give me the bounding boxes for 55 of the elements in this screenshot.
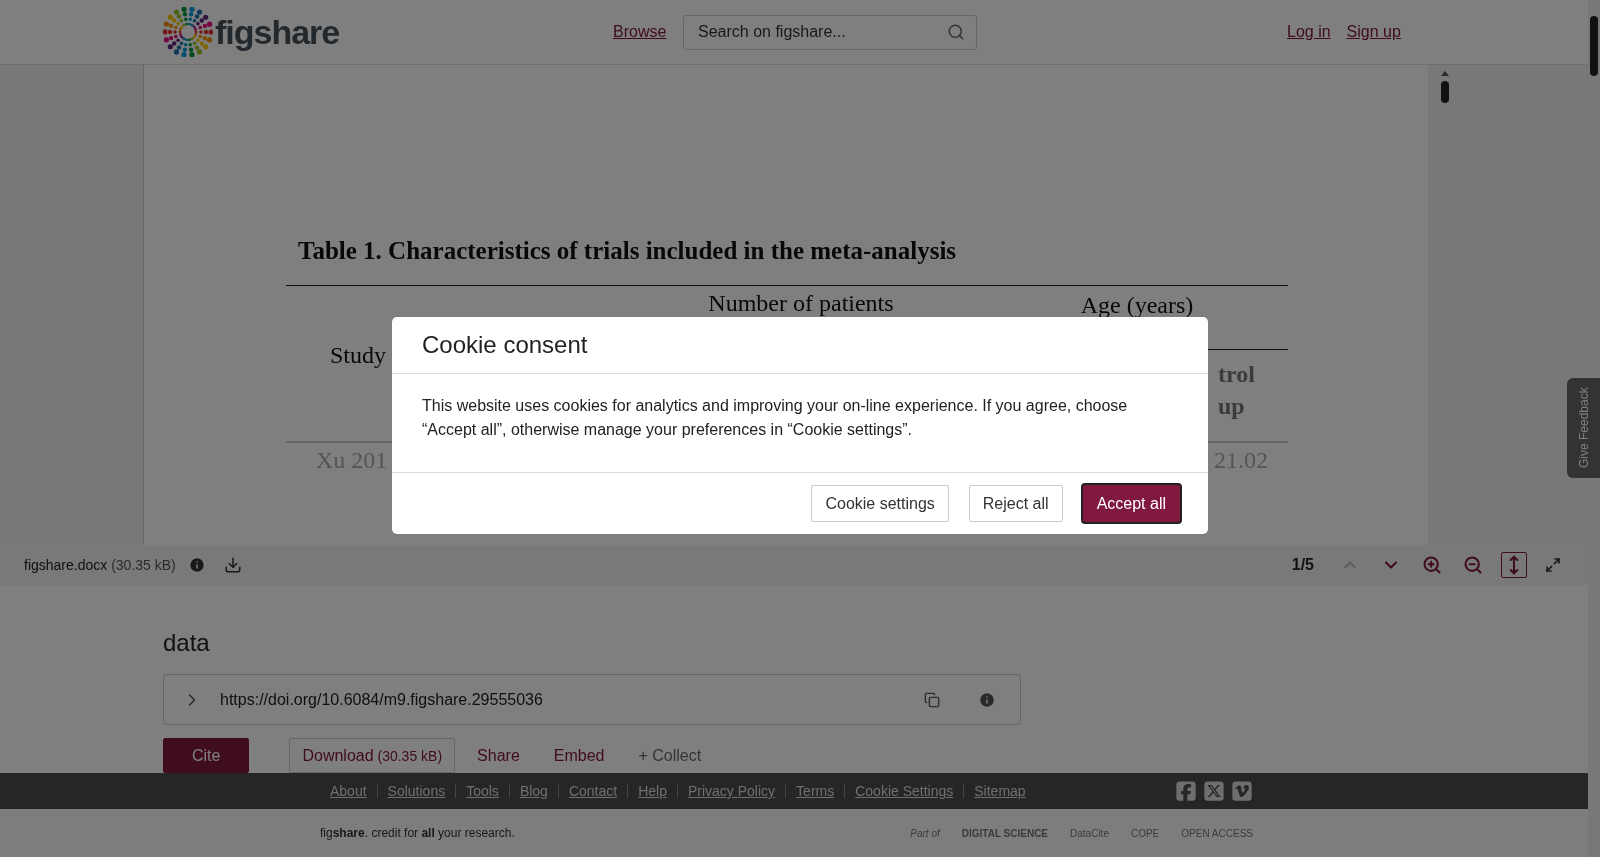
- partner-logo-text[interactable]: OPEN ACCESS: [1181, 827, 1253, 839]
- info-icon[interactable]: [978, 690, 996, 709]
- table-header: Number of patients: [708, 290, 894, 317]
- feedback-tab[interactable]: Give Feedback: [1567, 378, 1600, 478]
- footer-link[interactable]: Help: [627, 784, 677, 798]
- info-icon[interactable]: [187, 556, 206, 574]
- partner-logo-text[interactable]: DataCite: [1070, 827, 1109, 839]
- footer-link[interactable]: Cookie Settings: [844, 784, 964, 798]
- table-header: trol: [1218, 360, 1255, 389]
- dialog-button[interactable]: Cookie settings: [811, 485, 949, 522]
- dialog-message: This website uses cookies for analytics and improving your on-line experience. If you agree, choose “Accept all”, otherwise manage your preferences in “Cookie settings”.: [392, 374, 1208, 473]
- table-title: Table 1. Characteristics of trials included in the meta-analysis: [298, 237, 958, 266]
- footer-link[interactable]: Sitemap: [963, 784, 1036, 798]
- footer-link[interactable]: Terms: [785, 784, 845, 798]
- table-header: up: [1218, 392, 1246, 421]
- partner-logo-text[interactable]: Part of: [910, 827, 940, 839]
- search-icon[interactable]: [947, 22, 965, 41]
- browse-link[interactable]: Browse: [613, 23, 683, 41]
- footer-link[interactable]: Contact: [557, 784, 628, 798]
- facebook-icon[interactable]: [1175, 780, 1197, 802]
- download-icon[interactable]: [223, 556, 242, 574]
- copy-icon[interactable]: [924, 691, 940, 708]
- partner-logo-text[interactable]: DIGITAL SCIENCE: [961, 827, 1049, 839]
- footer-link[interactable]: Privacy Policy: [676, 784, 786, 798]
- scrollbar-thumb[interactable]: [1590, 16, 1598, 76]
- footer-link[interactable]: Blog: [508, 784, 558, 798]
- dialog-button[interactable]: Reject all: [968, 485, 1063, 522]
- auth-link[interactable]: Log in: [1287, 23, 1331, 41]
- footer-link[interactable]: Tools: [455, 784, 509, 798]
- x-icon[interactable]: [1203, 780, 1225, 802]
- expand-icon: [1545, 557, 1561, 573]
- vimeo-icon[interactable]: [1231, 780, 1253, 802]
- table-header: Age (years): [1080, 292, 1194, 320]
- dialog-title: Cookie consent: [422, 331, 589, 359]
- page-counter: 1/5: [1291, 556, 1314, 574]
- zoom-out-icon: [1463, 555, 1483, 575]
- footer-link[interactable]: About: [320, 784, 377, 798]
- search-field[interactable]: Search on figshare...: [683, 14, 977, 50]
- tagline: figshare. credit for all your research.: [320, 826, 515, 840]
- fit-height-button[interactable]: [1501, 552, 1527, 578]
- cite-button[interactable]: Cite: [163, 738, 250, 773]
- item-title: data: [163, 629, 211, 657]
- logo-text[interactable]: figshare: [215, 12, 340, 52]
- scrollbar-thumb[interactable]: [1441, 81, 1449, 103]
- download-button[interactable]: Download (30.35 kB): [289, 738, 456, 773]
- table-header: Study: [330, 342, 386, 369]
- scroll-up-icon[interactable]: [1440, 69, 1450, 77]
- partner-logo-text[interactable]: COPE: [1130, 827, 1160, 839]
- footer-link[interactable]: Solutions: [376, 784, 456, 798]
- zoom-in-icon: [1422, 555, 1442, 575]
- auth-link[interactable]: Sign up: [1346, 23, 1401, 41]
- doi-text: https://doi.org/10.6084/m9.figshare.29555036: [220, 690, 544, 709]
- file-name: figshare.docx (30.35 kB): [24, 557, 176, 573]
- logo-swirl-icon: [163, 7, 213, 57]
- accept-button[interactable]: Accept all: [1082, 485, 1180, 522]
